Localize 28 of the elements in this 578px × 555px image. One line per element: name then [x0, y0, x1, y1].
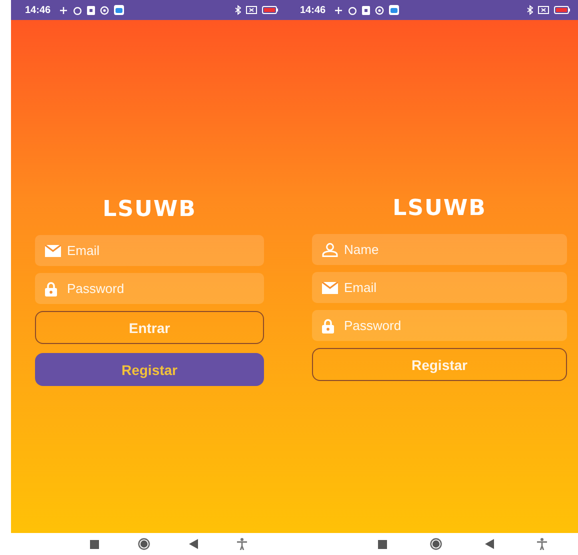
recent-apps-icon[interactable]: [378, 540, 386, 548]
status-time: 14:46: [25, 4, 51, 16]
app-logo: LSUWB: [102, 197, 196, 222]
home-icon[interactable]: [138, 538, 150, 550]
battery-icon: [262, 6, 278, 14]
target-icon: [100, 6, 109, 14]
lock-icon: [322, 318, 334, 333]
target-icon: [374, 6, 384, 14]
envelope-icon: [45, 244, 61, 256]
app-icon: [388, 5, 399, 15]
envelope-icon: [322, 282, 338, 294]
submit-button[interactable]: Registar: [312, 348, 567, 381]
accessibility-icon[interactable]: [236, 538, 247, 550]
app-logo: LSUWB: [392, 196, 486, 221]
bluetooth-icon: [527, 5, 533, 15]
battery-icon: [554, 6, 570, 14]
home-icon[interactable]: [430, 538, 442, 550]
recent-apps-icon[interactable]: [90, 540, 100, 548]
submit-button[interactable]: Entrar: [35, 311, 264, 344]
register-button[interactable]: Registar: [35, 353, 264, 386]
bluetooth-icon: [235, 5, 241, 15]
accessibility-icon[interactable]: [536, 538, 546, 550]
app-icon: [114, 5, 124, 15]
back-icon[interactable]: [188, 539, 198, 549]
person-icon: [322, 242, 338, 256]
back-icon[interactable]: [484, 539, 494, 549]
status-time: 14:46: [300, 4, 326, 16]
lock-icon: [45, 281, 57, 296]
